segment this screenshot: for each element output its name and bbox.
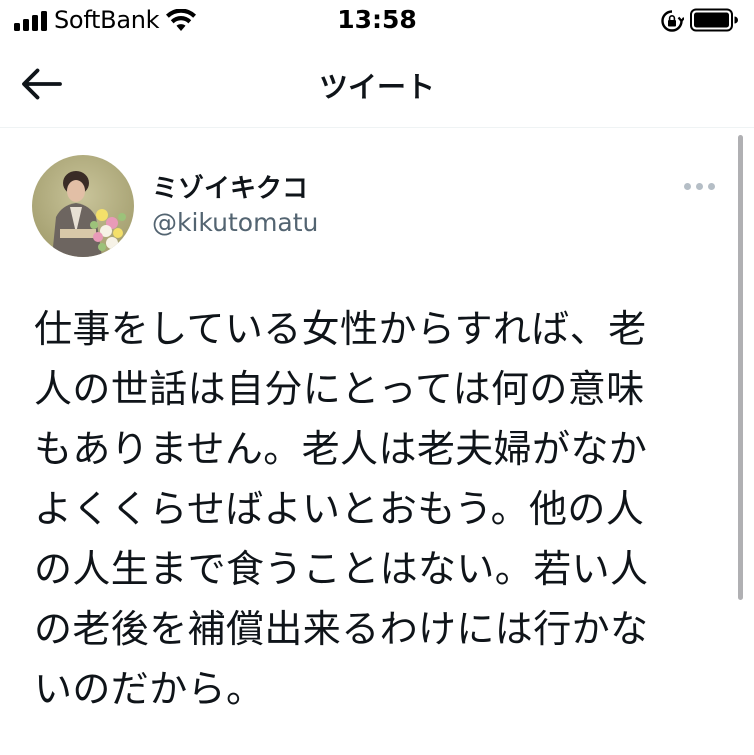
status-time: 13:58 xyxy=(337,5,417,34)
status-bar: SoftBank 13:58 xyxy=(0,0,754,42)
rotation-lock-icon xyxy=(661,10,684,32)
tweet-text: 仕事をしている女性からすれば、老 人の世話は自分にとっては何の意味 もありません… xyxy=(34,307,649,711)
scroll-indicator xyxy=(738,135,743,600)
navigation-header: ツイート xyxy=(0,52,754,116)
avatar[interactable] xyxy=(32,155,134,257)
tweet-detail-screen: SoftBank 13:58 ツイート ミゾイキクコ @kikutomatu 仕… xyxy=(0,0,754,755)
author-handle[interactable]: @kikutomatu xyxy=(152,208,318,237)
more-options-button[interactable] xyxy=(680,176,720,196)
page-title: ツイート xyxy=(318,70,435,104)
battery-icon xyxy=(690,8,738,32)
header-divider xyxy=(0,127,754,128)
avatar-photo xyxy=(32,155,134,257)
author-display-name[interactable]: ミゾイキクコ xyxy=(152,168,308,205)
